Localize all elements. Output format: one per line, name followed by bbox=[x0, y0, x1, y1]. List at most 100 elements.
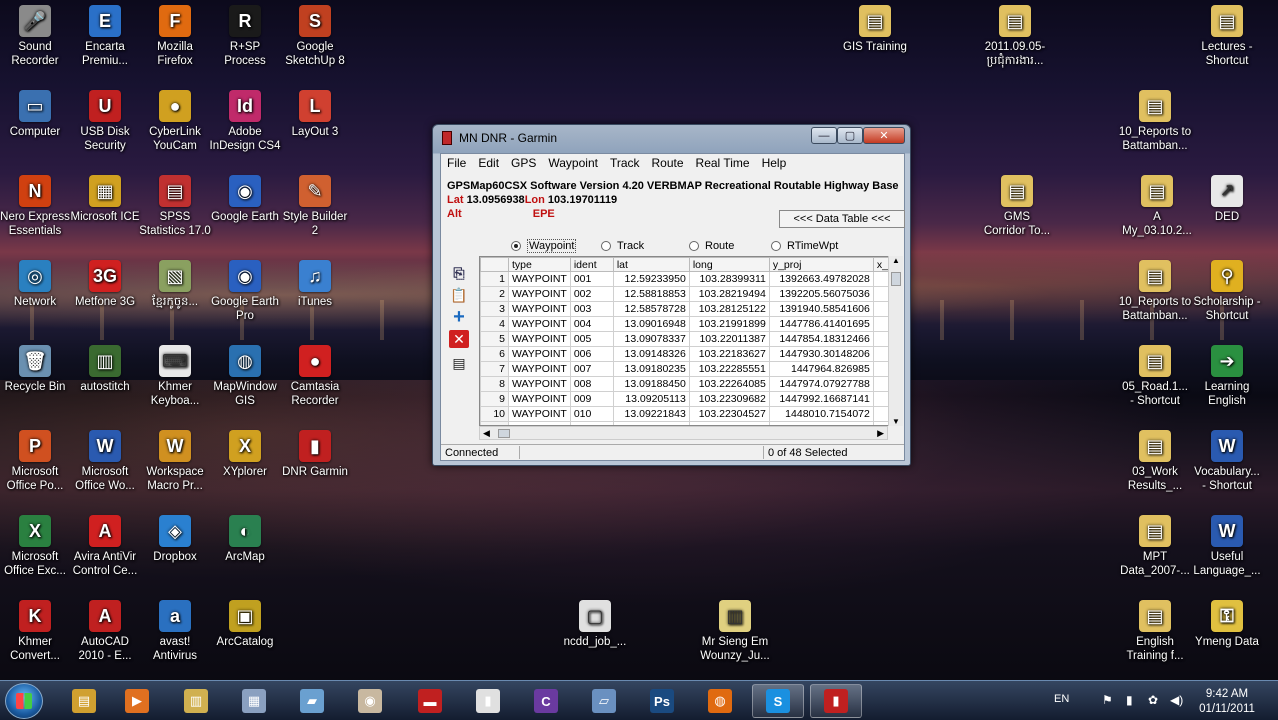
delete-button[interactable]: ✕ bbox=[449, 330, 469, 348]
row-number-cell[interactable]: 5 bbox=[480, 331, 509, 347]
action-center-flag-icon[interactable]: ⚑ bbox=[1102, 693, 1113, 707]
y-proj-cell[interactable]: 1447974.07927788 bbox=[768, 376, 874, 392]
desktop-icon[interactable]: ▤ GIS Training bbox=[838, 5, 912, 54]
ident-cell[interactable]: 003 bbox=[569, 301, 614, 317]
desktop-icon[interactable]: ▥ Mr Sieng Em Wounzy_Ju... bbox=[698, 600, 772, 663]
ident-cell[interactable]: 004 bbox=[569, 316, 614, 332]
lat-cell[interactable]: 12.58818853 bbox=[612, 286, 690, 302]
long-cell[interactable]: 103.28125122 bbox=[688, 301, 770, 317]
table-row[interactable]: 9 WAYPOINT 009 13.09205113 103.22309682 14479… bbox=[480, 391, 898, 407]
type-cell[interactable]: WAYPOINT bbox=[508, 406, 571, 422]
y-proj-cell[interactable]: 1447786.41401695 bbox=[768, 316, 874, 332]
menu-gps[interactable]: GPS bbox=[505, 156, 542, 170]
ident-cell[interactable]: 009 bbox=[569, 391, 614, 407]
desktop-icon[interactable]: ⚿ Ymeng Data bbox=[1190, 600, 1264, 649]
copy-button[interactable]: ⎘ bbox=[449, 264, 469, 282]
table-row[interactable]: 5 WAYPOINT 005 13.09078337 103.22011387 14478… bbox=[480, 331, 898, 347]
y-proj-cell[interactable]: 1447992.16687141 bbox=[768, 391, 874, 407]
long-cell[interactable]: 103.21991899 bbox=[688, 316, 770, 332]
desktop-icon[interactable]: ▥ autostitch bbox=[68, 345, 142, 394]
table-row[interactable]: 10 WAYPOINT 010 13.09221843 103.22304527 1448… bbox=[480, 406, 898, 422]
vertical-scroll-thumb[interactable] bbox=[891, 272, 901, 286]
desktop-icon[interactable]: N Nero Express Essentials bbox=[0, 175, 72, 238]
row-number-cell[interactable]: 9 bbox=[480, 391, 509, 407]
desktop-icon[interactable]: A AutoCAD 2010 - E... bbox=[68, 600, 142, 663]
desktop-icon[interactable]: ◉ Google Earth Pro bbox=[208, 260, 282, 323]
desktop-icon[interactable]: ◉ Google Earth bbox=[208, 175, 282, 224]
desktop-icon[interactable]: ▤ 05_Road.1... - Shortcut bbox=[1118, 345, 1192, 408]
type-cell[interactable]: WAYPOINT bbox=[508, 376, 571, 392]
desktop-icon[interactable]: F Mozilla Firefox bbox=[138, 5, 212, 68]
table-row[interactable]: 4 WAYPOINT 004 13.09016948 103.21991899 14477… bbox=[480, 316, 898, 332]
type-cell[interactable]: WAYPOINT bbox=[508, 301, 571, 317]
taskbar-button[interactable]: ▥ bbox=[170, 684, 222, 718]
table-row[interactable]: 7 WAYPOINT 007 13.09180235 103.22285551 14479… bbox=[480, 361, 898, 377]
desktop-icon[interactable]: R R+SP Process bbox=[208, 5, 282, 68]
scroll-down-icon[interactable]: ▼ bbox=[889, 417, 903, 426]
security-tray-icon[interactable]: ✿ bbox=[1148, 693, 1158, 707]
menu-edit[interactable]: Edit bbox=[472, 156, 505, 170]
type-cell[interactable]: WAYPOINT bbox=[508, 316, 571, 332]
taskbar-button[interactable]: ▱ bbox=[578, 684, 630, 718]
type-cell[interactable]: WAYPOINT bbox=[508, 391, 571, 407]
desktop-icon[interactable]: ▤ 10_Reports to Battamban... bbox=[1118, 260, 1192, 323]
desktop-icon[interactable]: ▤ 2011.09.05- ប្រជុំការងារ... bbox=[978, 5, 1052, 68]
start-button[interactable] bbox=[5, 683, 43, 719]
desktop-icon[interactable]: ✎ Style Builder 2 bbox=[278, 175, 352, 238]
ident-cell[interactable]: 001 bbox=[569, 271, 614, 287]
menu-track[interactable]: Track bbox=[604, 156, 646, 170]
desktop-icon[interactable]: W Microsoft Office Wo... bbox=[68, 430, 142, 493]
paste-button[interactable]: 📋 bbox=[449, 286, 469, 304]
taskbar-button[interactable]: ◍ bbox=[694, 684, 746, 718]
minimize-button[interactable]: — bbox=[811, 127, 837, 144]
long-cell[interactable]: 103.22285551 bbox=[688, 361, 770, 377]
desktop-icon[interactable]: ➔ Learning English bbox=[1190, 345, 1264, 408]
desktop-icon[interactable]: K Khmer Convert... bbox=[0, 600, 72, 663]
desktop-icon[interactable]: ▤ SPSS Statistics 17.0 bbox=[138, 175, 212, 238]
desktop-icon[interactable]: E Encarta Premiu... bbox=[68, 5, 142, 68]
y-proj-cell[interactable]: 1447930.30148206 bbox=[768, 346, 874, 362]
desktop-icon[interactable]: X XYplorer bbox=[208, 430, 282, 479]
desktop-icon[interactable]: ◍ MapWindow GIS bbox=[208, 345, 282, 408]
desktop-icon[interactable]: ▤ Lectures - Shortcut bbox=[1190, 5, 1264, 68]
language-indicator[interactable]: EN bbox=[1054, 693, 1069, 705]
add-button[interactable]: + bbox=[449, 306, 469, 328]
desktop-icon[interactable]: L LayOut 3 bbox=[278, 90, 352, 139]
row-number-cell[interactable]: 6 bbox=[480, 346, 509, 362]
y-proj-cell[interactable]: 1392663.49782028 bbox=[768, 271, 874, 287]
menu-waypoint[interactable]: Waypoint bbox=[542, 156, 604, 170]
waypoint-data-grid[interactable]: type ident lat long y_proj x_p 1 WAYPOINT… bbox=[479, 256, 903, 426]
type-cell[interactable]: WAYPOINT bbox=[508, 271, 571, 287]
data-table-toggle-button[interactable]: <<< Data Table <<< bbox=[779, 210, 905, 228]
menu-file[interactable]: File bbox=[441, 156, 472, 170]
properties-button[interactable]: ▤ bbox=[449, 354, 469, 372]
ident-cell[interactable]: 005 bbox=[569, 331, 614, 347]
desktop-icon[interactable]: ● CyberLink YouCam bbox=[138, 90, 212, 153]
desktop-icon[interactable]: ▤ English Training f... bbox=[1118, 600, 1192, 663]
table-row[interactable]: 3 WAYPOINT 003 12.58578728 103.28125122 13919… bbox=[480, 301, 898, 317]
y-proj-cell[interactable]: 1392205.56075036 bbox=[768, 286, 874, 302]
taskbar-button[interactable]: ◉ bbox=[344, 684, 396, 718]
desktop-icon[interactable]: ◎ Network bbox=[0, 260, 72, 309]
taskbar-button[interactable]: ▮ bbox=[810, 684, 862, 718]
lat-cell[interactable]: 12.59233950 bbox=[612, 271, 690, 287]
desktop-icon[interactable]: ▤ MPT Data_2007-... bbox=[1118, 515, 1192, 578]
table-row[interactable]: 2 WAYPOINT 002 12.58818853 103.28219494 13922… bbox=[480, 286, 898, 302]
lat-cell[interactable]: 13.09180235 bbox=[612, 361, 690, 377]
taskbar-button[interactable]: ▤ bbox=[58, 684, 110, 718]
table-row[interactable]: 6 WAYPOINT 006 13.09148326 103.22183627 14479… bbox=[480, 346, 898, 362]
y-proj-cell[interactable]: 1448010.7154072 bbox=[768, 406, 874, 422]
radio-waypoint[interactable]: Waypoint bbox=[511, 239, 601, 253]
volume-icon[interactable]: ◀) bbox=[1170, 693, 1183, 707]
row-number-cell[interactable]: 1 bbox=[480, 271, 509, 287]
desktop-icon[interactable]: X Microsoft Office Exc... bbox=[0, 515, 72, 578]
desktop-icon[interactable]: ▣ ArcCatalog bbox=[208, 600, 282, 649]
desktop-icon[interactable]: ⌨ Khmer Keyboa... bbox=[138, 345, 212, 408]
long-cell[interactable]: 103.22264085 bbox=[688, 376, 770, 392]
desktop-icon[interactable]: ▮ DNR Garmin bbox=[278, 430, 352, 479]
desktop-icon[interactable]: a avast! Antivirus bbox=[138, 600, 212, 663]
lat-cell[interactable]: 13.09078337 bbox=[612, 331, 690, 347]
desktop-icon[interactable]: S Google SketchUp 8 bbox=[278, 5, 352, 68]
taskbar-button[interactable]: ▶ bbox=[111, 684, 163, 718]
column-header-type[interactable]: type bbox=[508, 257, 571, 272]
